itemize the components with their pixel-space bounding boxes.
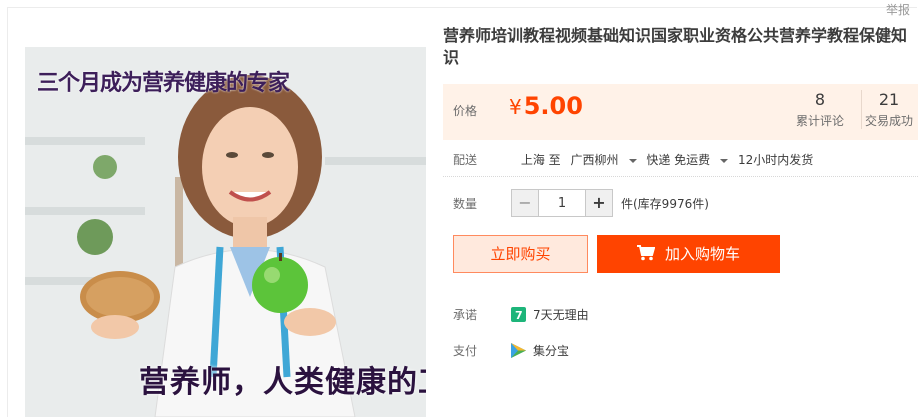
image-bottom-caption: 营养师，人类健康的工程师 — [139, 365, 426, 400]
seven-day-return-icon: 7 — [511, 307, 526, 322]
shipping-method-value: 快递 免运费 — [646, 153, 711, 167]
add-to-cart-button[interactable]: 加入购物车 — [597, 235, 780, 273]
deals-count: 21 — [878, 90, 900, 109]
shipping-destination-select[interactable]: 广西柳州 — [570, 153, 637, 167]
chevron-down-icon — [720, 158, 729, 163]
reviews-label: 累计评论 — [795, 114, 844, 128]
quantity-input[interactable] — [539, 190, 585, 216]
price-box: 价格 ¥5.00 8 累计评论 21 交易成功 — [443, 84, 918, 140]
shipping-method-select[interactable]: 快递 免运费 — [646, 153, 729, 167]
image-top-caption: 三个月成为营养健康的专家 — [37, 71, 290, 96]
payment-label: 支付 — [453, 344, 478, 358]
divider — [443, 176, 918, 177]
currency-symbol: ¥ — [509, 95, 522, 119]
buy-now-button[interactable]: 立即购买 — [453, 235, 588, 273]
product-title: 营养师培训教程视频基础知识国家职业资格公共营养学教程保健知识 — [443, 26, 908, 67]
quantity-label: 数量 — [453, 196, 478, 211]
dispatch-time: 12小时内发货 — [737, 153, 814, 167]
quantity-stepper: − + — [511, 189, 613, 217]
shipping-row: 配送 上海 至 广西柳州 快递 免运费 12小时内发货 — [453, 151, 819, 168]
price-amount: 5.00 — [523, 92, 583, 120]
deals-stat: 21 交易成功 — [861, 90, 916, 129]
shipping-destination-value: 广西柳州 — [570, 153, 619, 167]
add-to-cart-label: 加入购物车 — [664, 245, 740, 263]
jifenbao-icon — [511, 343, 526, 358]
price-label: 价格 — [453, 104, 478, 118]
promise-row: 承诺 7 7天无理由 — [453, 306, 589, 323]
svg-text:7: 7 — [515, 309, 523, 322]
quantity-row: 数量 − + 件(库存9976件) — [453, 189, 709, 217]
shipping-label: 配送 — [453, 153, 478, 167]
deals-label: 交易成功 — [864, 114, 913, 128]
payment-row: 支付 集分宝 — [453, 342, 569, 359]
increase-button[interactable]: + — [585, 190, 612, 216]
promise-text[interactable]: 7天无理由 — [533, 306, 589, 323]
shipping-from: 上海 至 — [520, 153, 561, 167]
promise-label: 承诺 — [453, 308, 478, 322]
decrease-button[interactable]: − — [512, 190, 539, 216]
price-value: ¥5.00 — [509, 92, 583, 120]
reviews-count: 8 — [814, 90, 826, 109]
reviews-stat[interactable]: 8 累计评论 — [795, 90, 845, 129]
report-link[interactable]: 举报 — [886, 1, 910, 18]
payment-text[interactable]: 集分宝 — [533, 342, 569, 359]
chevron-down-icon — [628, 158, 637, 163]
cart-icon — [636, 245, 656, 261]
stock-text: 件(库存9976件) — [621, 196, 709, 211]
product-image[interactable]: 三个月成为营养健康的专家 营养师，人类健康的工程师 — [25, 47, 426, 417]
